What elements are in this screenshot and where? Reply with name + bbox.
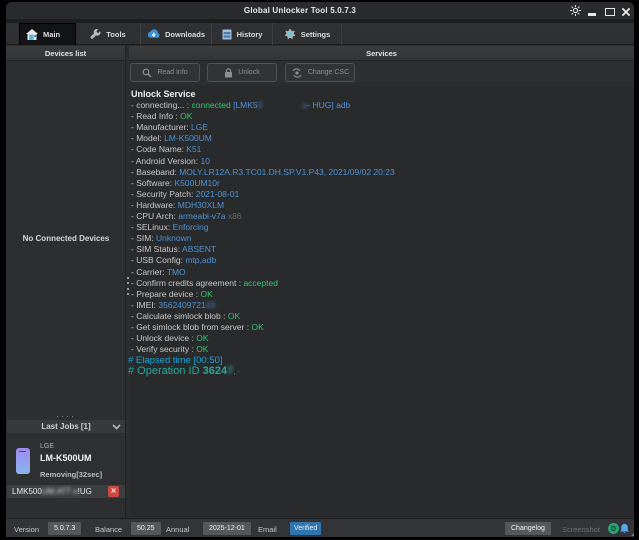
- svg-text:D: D: [611, 526, 616, 533]
